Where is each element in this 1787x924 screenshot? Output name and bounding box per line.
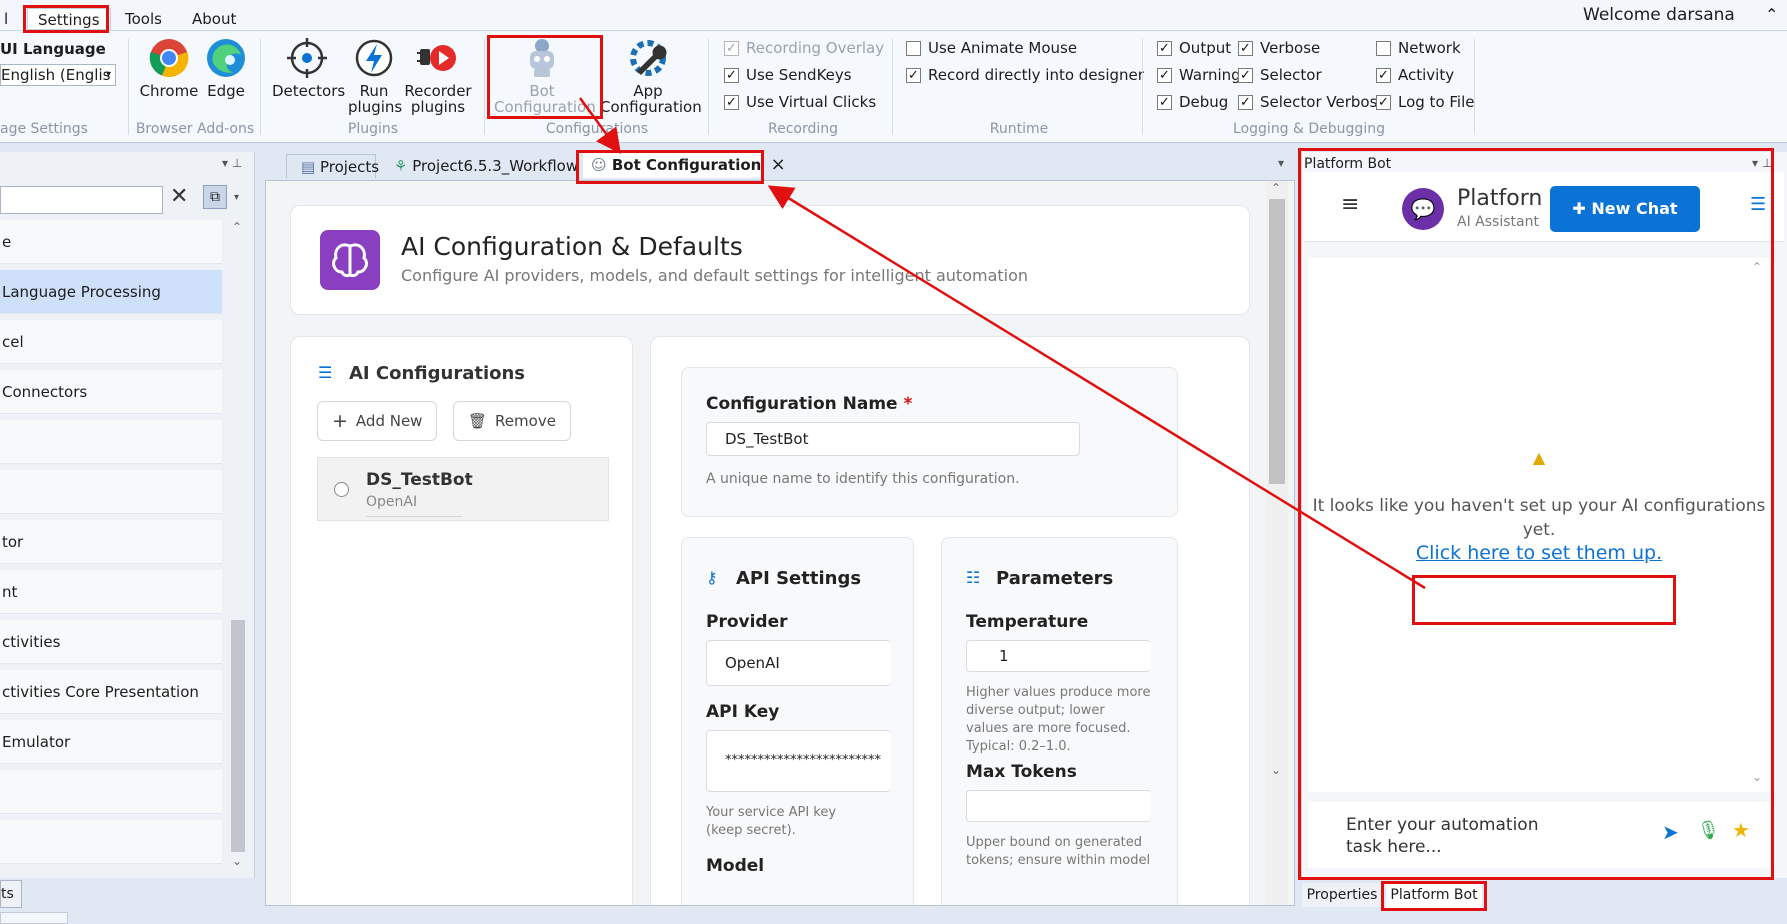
annotation-arrows: [578, 97, 1426, 590]
arrow-to-bot-configuration: [767, 185, 1426, 590]
arrow-to-tab: [578, 97, 621, 155]
